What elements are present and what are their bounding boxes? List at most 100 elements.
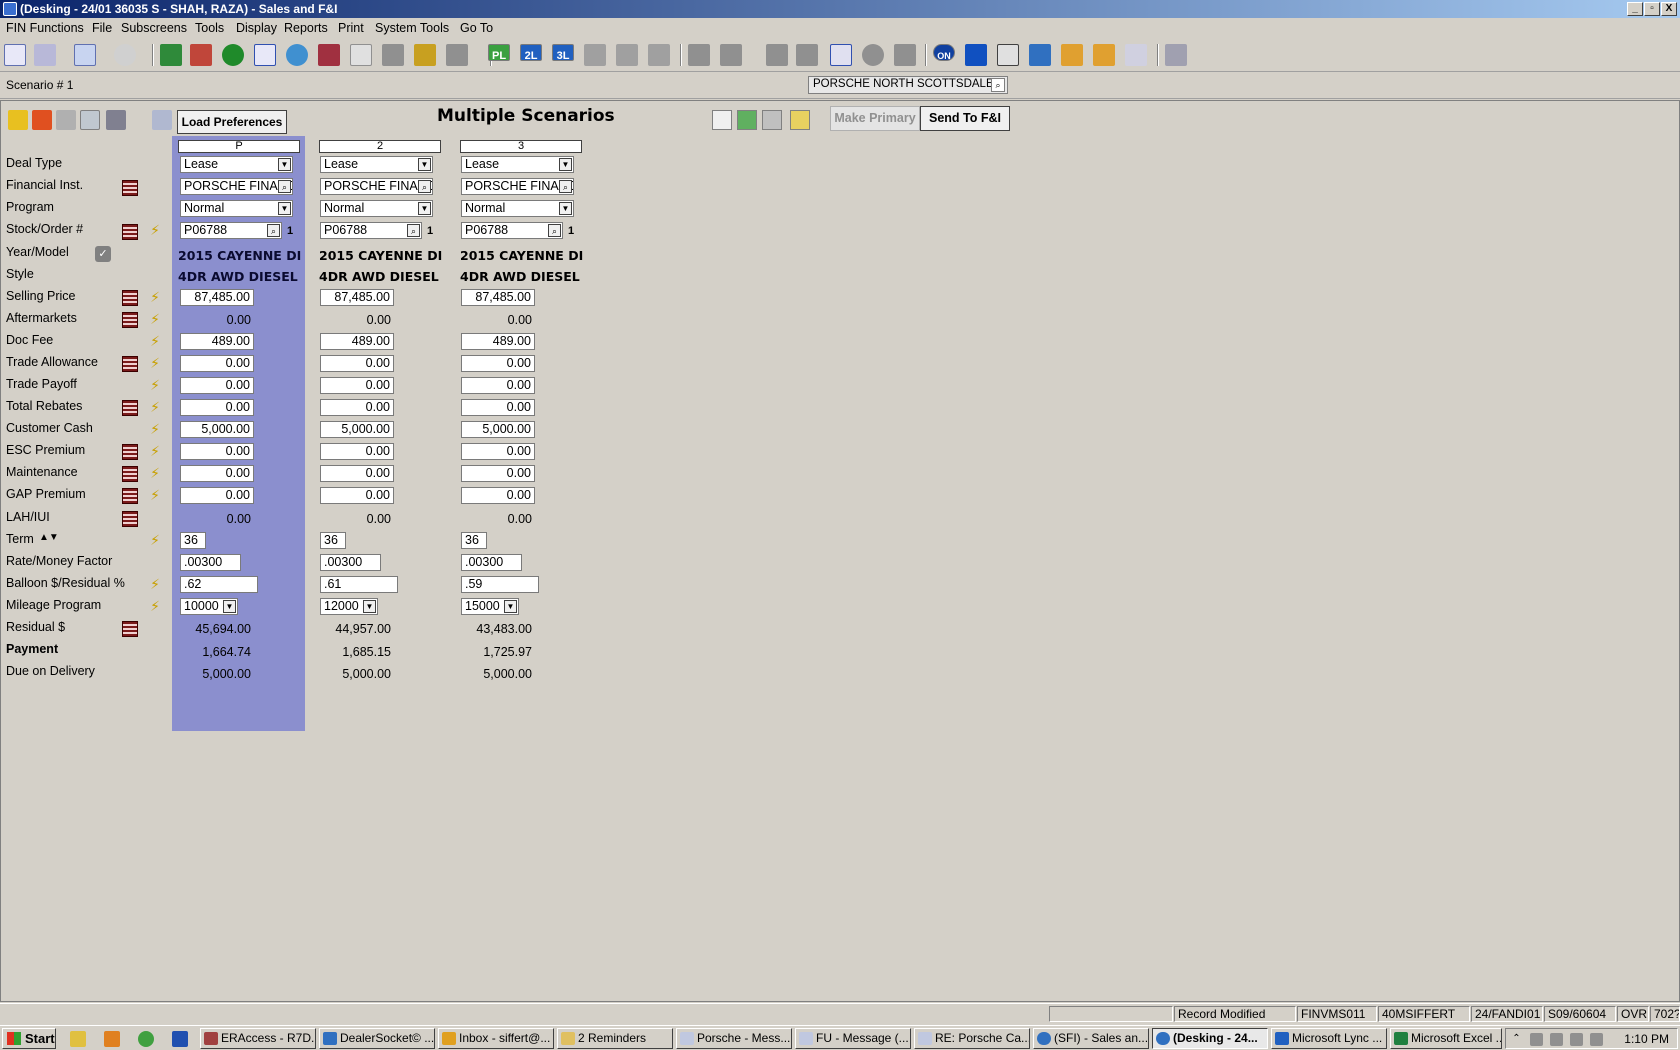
financial-inst-field[interactable]: PORSCHE FINANCIAL⌕ (320, 178, 433, 195)
total-rebates-field[interactable]: 0.00 (180, 399, 254, 416)
chevron-down-icon[interactable]: ▼ (223, 600, 236, 613)
3l-icon[interactable]: 3L (552, 44, 574, 61)
financial-inst-field[interactable]: PORSCHE FINANCIAL⌕ (461, 178, 574, 195)
deal-type-select[interactable]: Lease ▼ (461, 156, 574, 173)
calculator-icon[interactable]: ⚡ (147, 576, 163, 592)
online-icon[interactable]: ON (933, 44, 955, 61)
mileage-select[interactable]: 12000 ▼ (320, 598, 378, 615)
chevron-up-icon[interactable]: ⌃ (1510, 1033, 1523, 1046)
copy-icon[interactable] (74, 44, 96, 66)
program-select[interactable]: Normal ▼ (180, 200, 293, 217)
doc-fee-field[interactable]: 489.00 (320, 333, 394, 350)
trade-allowance-field[interactable]: 0.00 (461, 355, 535, 372)
search-icon[interactable]: ⌕ (559, 180, 572, 193)
send-to-fi-button[interactable]: Send To F&I (920, 106, 1010, 131)
list-icon[interactable] (122, 466, 138, 482)
menu-file[interactable]: File (92, 21, 112, 35)
term-field[interactable]: 36 (461, 532, 487, 549)
customer-cash-field[interactable]: 5,000.00 (180, 421, 254, 438)
mileage-select[interactable]: 15000 ▼ (461, 598, 519, 615)
list-icon[interactable] (122, 488, 138, 504)
task-sfi-sales[interactable]: (SFI) - Sales an... (1033, 1028, 1149, 1049)
word-icon[interactable] (172, 1031, 188, 1047)
mail-icon[interactable] (1061, 44, 1083, 66)
menu-go-to[interactable]: Go To (460, 21, 493, 35)
search-icon[interactable]: ⌕ (407, 224, 420, 237)
term-sort-icon[interactable]: ▲▼ (39, 532, 59, 543)
residual-pct-field[interactable]: .61 (320, 576, 398, 593)
chevron-down-icon[interactable]: ▼ (559, 202, 572, 215)
chevron-down-icon[interactable]: ▼ (278, 158, 291, 171)
task-re-porsche[interactable]: RE: Porsche Ca... (914, 1028, 1030, 1049)
calculator-icon[interactable]: ⚡ (147, 333, 163, 349)
calendar-icon[interactable] (350, 44, 372, 66)
clock[interactable]: 1:10 PM (1624, 1032, 1669, 1046)
export-icon[interactable] (737, 110, 757, 130)
residual-pct-field[interactable]: .59 (461, 576, 539, 593)
pl-icon[interactable]: PL (488, 44, 510, 61)
clipboard-icon[interactable] (56, 110, 76, 130)
calculator-icon[interactable]: ⚡ (147, 311, 163, 327)
car-icon[interactable] (318, 44, 340, 66)
search-icon[interactable]: ⌕ (278, 180, 291, 193)
menu-display[interactable]: Display (236, 21, 277, 35)
residual-pct-field[interactable]: .62 (180, 576, 258, 593)
menu-print[interactable]: Print (338, 21, 364, 35)
menu-subscreens[interactable]: Subscreens (121, 21, 187, 35)
trade-allowance-field[interactable]: 0.00 (180, 355, 254, 372)
calculator-icon[interactable]: ⚡ (147, 532, 163, 548)
play-icon[interactable] (32, 110, 52, 130)
deal-type-select[interactable]: Lease ▼ (320, 156, 433, 173)
monitor-icon[interactable] (1029, 44, 1051, 66)
task-eraccess[interactable]: ERAccess - R7D... (200, 1028, 316, 1049)
media-icon[interactable] (104, 1031, 120, 1047)
list-icon[interactable] (122, 356, 138, 372)
list-icon[interactable] (254, 44, 276, 66)
card-icon[interactable] (1093, 44, 1115, 66)
total-rebates-field[interactable]: 0.00 (461, 399, 535, 416)
save-close-icon[interactable] (190, 44, 212, 66)
calculator-icon[interactable]: ⚡ (147, 222, 163, 238)
close-button[interactable]: X (1661, 2, 1677, 16)
gap-premium-field[interactable]: 0.00 (320, 487, 394, 504)
list-icon[interactable] (122, 511, 138, 527)
esc-premium-field[interactable]: 0.00 (461, 443, 535, 460)
list-icon[interactable] (122, 224, 138, 240)
volume-icon[interactable] (1570, 1033, 1583, 1046)
doc-fee-field[interactable]: 489.00 (180, 333, 254, 350)
grid-icon[interactable] (830, 44, 852, 66)
calculator-icon[interactable]: ⚡ (147, 355, 163, 371)
stock-field[interactable]: P06788 ⌕ (180, 222, 282, 239)
deal-type-select[interactable]: Lease ▼ (180, 156, 293, 173)
chevron-down-icon[interactable]: ▼ (418, 158, 431, 171)
financial-inst-field[interactable]: PORSCHE FINANCIAL⌕ (180, 178, 293, 195)
sign-icon[interactable] (152, 110, 172, 130)
task-desking[interactable]: (Desking - 24... (1152, 1028, 1268, 1049)
calculator-icon[interactable]: ⚡ (147, 421, 163, 437)
maximize-button[interactable]: ▫ (1644, 2, 1660, 16)
minimize-button[interactable]: _ (1627, 2, 1643, 16)
gap-premium-field[interactable]: 0.00 (461, 487, 535, 504)
dollar-icon[interactable] (222, 44, 244, 66)
search-icon[interactable]: ⌕ (548, 224, 561, 237)
list-icon[interactable] (122, 312, 138, 328)
menu-reports[interactable]: Reports (284, 21, 328, 35)
list-icon[interactable] (122, 400, 138, 416)
maintenance-field[interactable]: 0.00 (180, 465, 254, 482)
calendar-icon[interactable] (80, 110, 100, 130)
task-dealersocket[interactable]: DealerSocket© ... (319, 1028, 435, 1049)
list-icon[interactable] (122, 180, 138, 196)
highlight-icon[interactable] (790, 110, 810, 130)
scenario-header-3[interactable]: 3 (460, 140, 582, 153)
esc-premium-field[interactable]: 0.00 (320, 443, 394, 460)
chevron-down-icon[interactable]: ▼ (278, 202, 291, 215)
mileage-select[interactable]: 10000 ▼ (180, 598, 238, 615)
folder-icon[interactable] (70, 1031, 86, 1047)
trade-payoff-field[interactable]: 0.00 (461, 377, 535, 394)
calculator-icon[interactable]: ⚡ (147, 598, 163, 614)
customer-cash-field[interactable]: 5,000.00 (320, 421, 394, 438)
list-icon[interactable] (122, 444, 138, 460)
program-select[interactable]: Normal ▼ (320, 200, 433, 217)
trade-payoff-field[interactable]: 0.00 (180, 377, 254, 394)
menu-fin-functions[interactable]: FIN Functions (6, 21, 84, 35)
